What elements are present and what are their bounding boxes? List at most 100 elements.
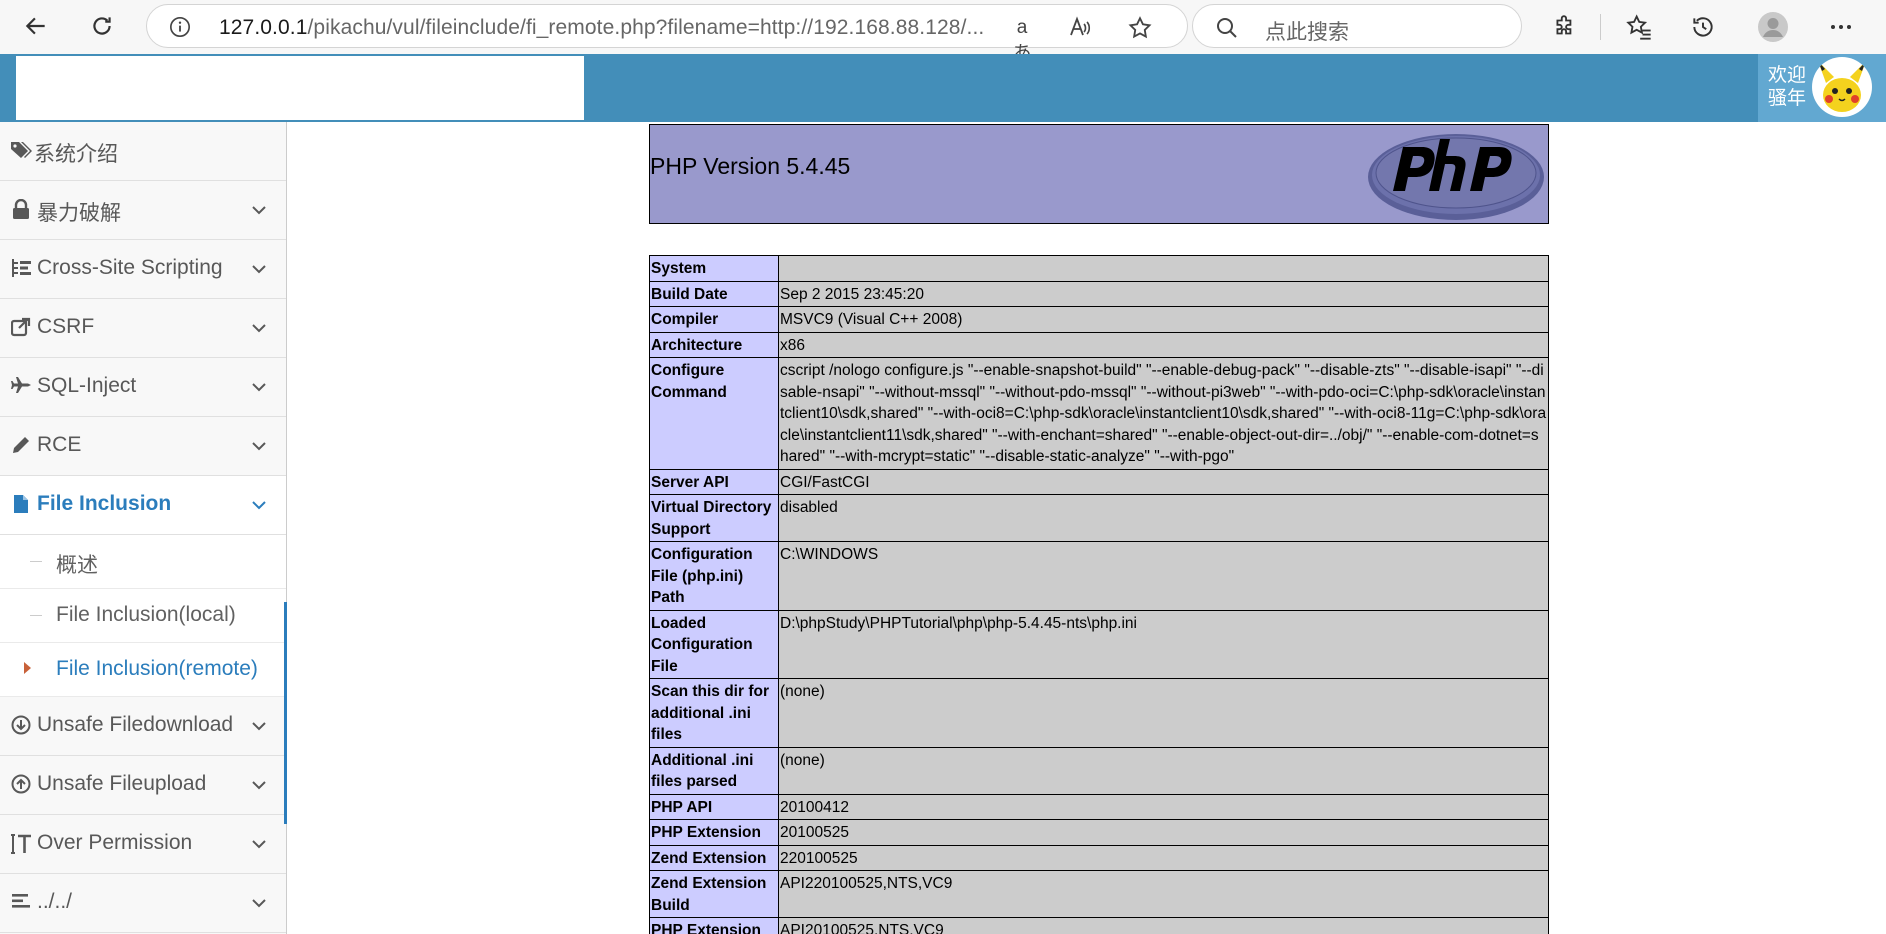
sidebar-item-unsafe-filedownload[interactable]: Unsafe Filedownload (0, 697, 286, 756)
lock-icon (10, 198, 32, 221)
list-icon (10, 258, 32, 280)
phpinfo-row: Scan this dir for additional .ini files(… (649, 678, 1549, 748)
sidebar-item-sql-inject[interactable]: SQL-Inject (0, 358, 286, 417)
sidebar-item-label: 暴力破解 (37, 202, 121, 225)
phpinfo-key: Loaded Configuration File (649, 609, 779, 679)
phpinfo-row: Compiler MSVC9 (Visual C++ 2008) (649, 306, 1549, 333)
reload-button[interactable] (84, 8, 120, 44)
download-icon (10, 715, 32, 737)
history-button[interactable] (1686, 10, 1720, 44)
phpinfo-value: C:\WINDOWS (778, 541, 1549, 611)
chevron-down-icon (252, 383, 266, 392)
submenu-item-label: 概述 (56, 554, 98, 577)
profile-button[interactable] (1756, 10, 1790, 44)
sidebar-item-label: Over Permission (37, 831, 193, 854)
brand-area (16, 56, 584, 120)
chevron-down-icon (252, 206, 266, 215)
sidebar-item-unsafe-fileupload[interactable]: Unsafe Fileupload (0, 756, 286, 815)
sidebar-item-label: Unsafe Filedownload (37, 713, 234, 736)
more-options-button[interactable] (1824, 10, 1858, 44)
sidebar-item-brute-force[interactable]: 暴力破解 (0, 181, 286, 240)
phpinfo-value: API220100525,NTS,VC9 (778, 870, 1549, 918)
welcome-line1: 欢迎 (1768, 65, 1807, 86)
sidebar-item-dir-traversal[interactable]: ../../ (0, 874, 286, 933)
share-icon (10, 317, 32, 339)
file-icon (10, 494, 32, 516)
sidebar-item-xss[interactable]: Cross-Site Scripting (0, 240, 286, 299)
welcome-line2: 骚年 (1768, 88, 1807, 109)
phpinfo-row: Build Date Sep 2 2015 23:45:20 (649, 280, 1549, 307)
ellipsis-icon (1831, 25, 1851, 29)
submenu-item-remote[interactable]: File Inclusion(remote) (0, 643, 296, 697)
phpinfo-header: PHP Version 5.4.45 (649, 124, 1549, 224)
phpinfo-value: disabled (778, 494, 1549, 542)
text-height-icon (10, 833, 32, 855)
phpinfo-key: Build Date (649, 280, 779, 307)
phpinfo-key: Server API (649, 468, 779, 495)
sidebar-item-intro[interactable]: 系统介绍 (0, 122, 286, 181)
phpinfo-value: (none) (778, 678, 1549, 748)
chevron-down-icon (252, 840, 266, 849)
phpinfo-value: MSVC9 (Visual C++ 2008) (778, 306, 1549, 333)
url-host: 127.0.0.1 (219, 16, 308, 39)
phpinfo-value: 20100412 (778, 793, 1549, 820)
sidebar-item-rce[interactable]: RCE (0, 417, 286, 476)
back-button[interactable] (18, 8, 54, 44)
user-info[interactable]: 欢迎 骚年 (1758, 54, 1886, 122)
phpinfo-value (778, 255, 1549, 282)
php-logo (1368, 134, 1544, 220)
reader-mode-icon[interactable] (1067, 15, 1093, 41)
tree-connector (30, 561, 42, 562)
sidebar-item-csrf[interactable]: CSRF (0, 299, 286, 358)
reload-icon (93, 17, 111, 35)
align-left-icon (10, 892, 32, 914)
address-bar[interactable]: 127.0.0.1/pikachu/vul/fileinclude/fi_rem… (146, 4, 1188, 64)
sidebar-item-label: 系统介绍 (34, 143, 118, 166)
sidebar-item-over-permission[interactable]: Over Permission (0, 815, 286, 874)
tags-icon (10, 140, 32, 162)
sidebar-item-label: File Inclusion (37, 492, 172, 515)
phpinfo-table: System Build Date Sep 2 2015 23:45:20 Compi… (649, 255, 1549, 934)
phpinfo-value: (none) (778, 746, 1549, 795)
chevron-down-icon (252, 899, 266, 908)
phpinfo-key: Configure Command (649, 357, 779, 470)
back-arrow-icon (25, 17, 45, 35)
submenu-item-local[interactable]: File Inclusion(local) (0, 589, 286, 643)
phpinfo-row: Zend Extension Build API220100525,NTS,VC9 (649, 870, 1549, 918)
phpinfo-row: Configuration File (php.ini) Path C:\WIND… (649, 541, 1549, 611)
phpinfo-key: Compiler (649, 306, 779, 333)
pikachu-avatar[interactable] (1812, 57, 1872, 117)
sidebar-item-label: RCE (37, 433, 82, 456)
app-header: 欢迎 骚年 (0, 54, 1886, 122)
main-content: PHP Version 5.4.45 System Build Date Sep 2… (287, 122, 1886, 934)
chevron-down-icon (252, 324, 266, 333)
sidebar-item-label: SQL-Inject (37, 374, 137, 397)
favorite-star-icon[interactable] (1127, 15, 1153, 41)
favorites-button[interactable] (1622, 10, 1656, 44)
info-icon[interactable] (169, 16, 191, 38)
history-icon (1693, 17, 1713, 37)
sidebar-item-file-inclusion[interactable]: File Inclusion (0, 476, 286, 535)
chevron-down-icon (252, 781, 266, 790)
phpinfo-row: Virtual Directory Support disabled (649, 494, 1549, 542)
read-aloud-icon[interactable]: aあ (1009, 15, 1035, 64)
phpinfo-value: 20100525 (778, 819, 1549, 846)
caret-right-icon (24, 662, 31, 674)
chevron-down-icon (252, 442, 266, 451)
phpinfo-value: API20100525,NTS,VC9 (778, 917, 1549, 934)
submenu-item-label: File Inclusion(local) (56, 603, 236, 626)
pencil-icon (10, 435, 32, 457)
phpinfo-value: Sep 2 2015 23:45:20 (778, 280, 1549, 307)
upload-icon (10, 774, 32, 796)
extensions-button[interactable] (1548, 10, 1582, 44)
avatar-icon (1758, 12, 1788, 42)
search-box[interactable]: 点此搜索 (1192, 4, 1522, 48)
phpinfo-row: Zend Extension 220100525 (649, 844, 1549, 871)
favorites-icon (1626, 14, 1651, 40)
submenu-item-overview[interactable]: 概述 (0, 535, 286, 589)
phpinfo-value: 220100525 (778, 844, 1549, 871)
search-placeholder: 点此搜索 (1265, 21, 1349, 44)
sidebar-item-label: ../../ (37, 890, 73, 913)
url-text[interactable]: 127.0.0.1/pikachu/vul/fileinclude/fi_rem… (219, 16, 984, 40)
url-path: /pikachu/vul/fileinclude/fi_remote.php?f… (307, 16, 985, 39)
